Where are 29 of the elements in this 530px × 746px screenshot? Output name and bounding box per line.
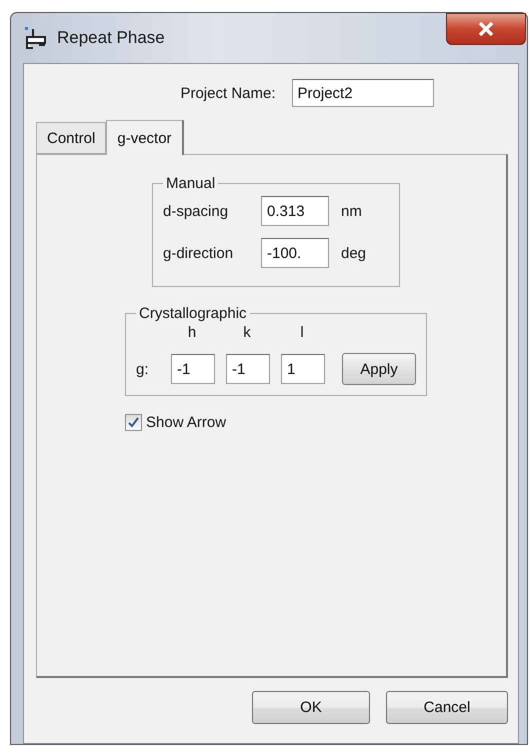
project-name-label: Project Name: (180, 84, 276, 102)
project-name-field[interactable]: Project2 (292, 79, 434, 107)
g-label: g: (136, 360, 150, 378)
value-field[interactable]: 0.313 (261, 196, 329, 226)
apply-button[interactable]: Apply (342, 353, 416, 385)
index-label: h (188, 324, 196, 341)
index-label: l (300, 324, 304, 341)
close-icon (478, 22, 494, 36)
unit-label: nm (341, 202, 362, 220)
index-field[interactable]: -1 (171, 354, 215, 384)
index-field[interactable]: 1 (281, 354, 325, 384)
dialog-button[interactable]: OK (252, 691, 370, 724)
index-label: k (243, 324, 251, 341)
check-icon (128, 417, 139, 428)
group-title: Crystallographic (138, 305, 248, 322)
tab[interactable]: g-vector (106, 120, 184, 155)
dialog-button[interactable]: Cancel (386, 691, 508, 724)
group-title: Manual (165, 175, 216, 192)
field-label: d-spacing (163, 202, 230, 220)
checkbox[interactable] (125, 414, 142, 431)
field-label: g-direction (163, 244, 234, 262)
app-icon (23, 25, 49, 51)
checkbox-label: Show Arrow (146, 414, 226, 431)
index-field[interactable]: -1 (226, 354, 270, 384)
window-title: Repeat Phase (57, 28, 165, 48)
unit-label: deg (341, 244, 366, 262)
value-field[interactable]: -100. (261, 238, 329, 268)
tab[interactable]: Control (36, 122, 106, 154)
close-button[interactable] (446, 13, 526, 45)
